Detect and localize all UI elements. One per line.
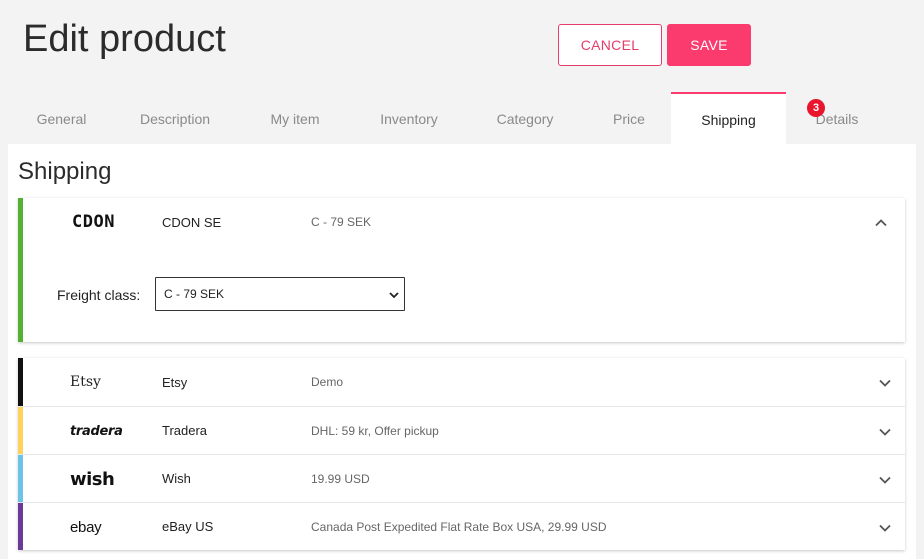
- chevron-down-icon[interactable]: [877, 424, 893, 440]
- freight-class-select[interactable]: C - 79 SEK: [155, 277, 405, 311]
- channel-card-cdon: CDON CDON SE C - 79 SEK Freight class: C…: [18, 198, 905, 342]
- channel-row-tradera[interactable]: tradera Tradera DHL: 59 kr, Offer pickup: [18, 406, 905, 454]
- channel-name: Tradera: [162, 423, 208, 438]
- cancel-button[interactable]: CANCEL: [558, 24, 662, 66]
- channel-row-etsy[interactable]: Etsy Etsy Demo: [18, 358, 905, 406]
- section-title: Shipping: [18, 158, 112, 185]
- chevron-up-icon[interactable]: [873, 215, 889, 231]
- wish-logo: wish: [70, 468, 115, 490]
- tab-label: Inventory: [380, 111, 438, 127]
- channel-shipping-info: C - 79 SEK: [311, 215, 372, 229]
- channel-shipping-info: Demo: [311, 375, 344, 389]
- channel-name: Wish: [162, 471, 191, 486]
- tab-label: Shipping: [701, 112, 756, 128]
- page-title: Edit product: [23, 18, 226, 60]
- chevron-down-icon[interactable]: [877, 520, 893, 536]
- channel-accent-stripe: [18, 455, 23, 502]
- channel-row-wish[interactable]: wish Wish 19.99 USD: [18, 454, 905, 502]
- cdon-logo: CDON: [72, 212, 115, 232]
- tab-label: Description: [139, 111, 211, 127]
- chevron-down-icon[interactable]: [877, 472, 893, 488]
- channel-name: eBay US: [162, 519, 214, 534]
- tab-bar: General Description My item Inventory Ca…: [8, 92, 908, 144]
- channel-accent-stripe: [18, 358, 23, 406]
- channel-shipping-info: 19.99 USD: [311, 471, 370, 486]
- freight-class-value: C - 79 SEK: [164, 287, 225, 301]
- channel-name: Etsy: [162, 374, 188, 390]
- tab-label: Price: [613, 111, 645, 127]
- tab-label: My item: [270, 111, 320, 127]
- ebay-logo: ebay: [70, 518, 102, 536]
- etsy-logo: Etsy: [70, 374, 101, 390]
- tab-inventory[interactable]: Inventory: [355, 92, 463, 144]
- tab-label: General: [36, 111, 87, 127]
- tradera-logo: tradera: [70, 423, 123, 439]
- channel-row-cdon[interactable]: CDON CDON SE C - 79 SEK: [23, 198, 905, 246]
- channel-list: Etsy Etsy Demo tradera Tradera DHL: 59 k…: [18, 358, 905, 550]
- channel-shipping-info: DHL: 59 kr, Offer pickup: [311, 423, 439, 438]
- tab-shipping[interactable]: Shipping: [671, 92, 786, 144]
- tab-details[interactable]: 3 Details: [786, 92, 888, 144]
- tab-description[interactable]: Description: [115, 92, 235, 144]
- notification-badge: 3: [807, 99, 825, 117]
- channel-accent-stripe: [18, 503, 23, 550]
- channel-name: CDON SE: [162, 214, 222, 230]
- save-button[interactable]: SAVE: [667, 24, 751, 66]
- chevron-down-icon[interactable]: [877, 375, 893, 391]
- tab-category[interactable]: Category: [463, 92, 587, 144]
- freight-class-label: Freight class:: [57, 287, 141, 303]
- channel-accent-stripe: [18, 407, 23, 454]
- channel-shipping-info: Canada Post Expedited Flat Rate Box USA,…: [311, 519, 607, 534]
- tab-general[interactable]: General: [8, 92, 115, 144]
- channel-row-ebay[interactable]: ebay eBay US Canada Post Expedited Flat …: [18, 502, 905, 550]
- tab-my-item[interactable]: My item: [235, 92, 355, 144]
- shipping-panel: Shipping CDON CDON SE C - 79 SEK Freight…: [8, 144, 916, 559]
- chevron-down-icon: [389, 292, 399, 299]
- tab-label: Category: [496, 111, 554, 127]
- tab-price[interactable]: Price: [587, 92, 671, 144]
